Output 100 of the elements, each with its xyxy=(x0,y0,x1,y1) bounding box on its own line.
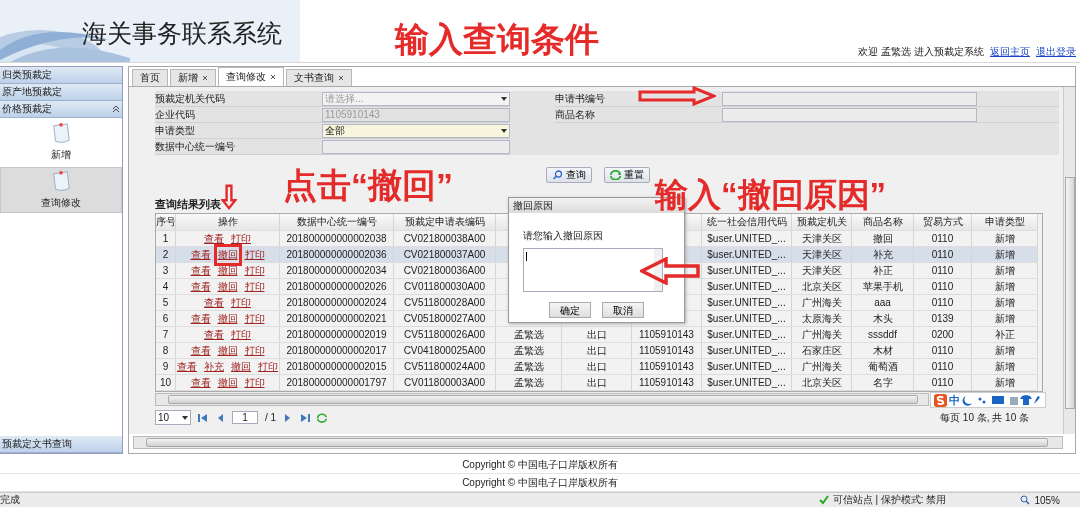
table-cell: CV021800037A00 xyxy=(403,249,486,260)
table-cell: 新增 xyxy=(994,359,1015,374)
action-link[interactable]: 查看 xyxy=(177,359,197,374)
action-link[interactable]: 打印 xyxy=(231,295,251,310)
security-zone-text: 可信站点 | 保护模式: 禁用 xyxy=(832,493,947,507)
table-cell: 6 xyxy=(162,313,169,324)
table-cell: 孟繁选 xyxy=(513,359,544,374)
action-link[interactable]: 打印 xyxy=(231,327,251,342)
action-link[interactable]: 打印 xyxy=(244,311,265,326)
table-cell: 2 xyxy=(162,249,169,260)
table-cell: 新增 xyxy=(994,263,1015,278)
table-cell: 木头 xyxy=(872,311,893,326)
table-cell: sssddf xyxy=(868,329,897,340)
tab[interactable]: 新增 xyxy=(170,69,216,86)
field-label: 申请书编号 xyxy=(555,91,722,107)
action-link[interactable]: 打印 xyxy=(231,231,251,246)
field-label: 企业代码 xyxy=(155,107,322,123)
site-title: 海关事务联系系统 xyxy=(82,18,282,49)
action-link[interactable]: 打印 xyxy=(244,263,265,278)
action-link[interactable]: 撤回 xyxy=(217,279,238,294)
ime-toolbar[interactable]: 中 xyxy=(930,392,1046,408)
dialog-button[interactable]: 确定 xyxy=(549,302,591,318)
reset-button[interactable]: 重置 xyxy=(604,167,650,183)
action-link[interactable]: 查看 xyxy=(204,231,224,246)
table-cell: 补充 xyxy=(872,247,893,262)
table-cell: 201800000000002038 xyxy=(286,233,387,244)
table-cell: 9 xyxy=(162,361,169,372)
sidebar-group[interactable]: 价格预裁定 xyxy=(0,101,122,118)
column-header: 操作 xyxy=(217,215,238,229)
action-link[interactable]: 查看 xyxy=(190,247,211,262)
dialog-button[interactable]: 取消 xyxy=(602,302,644,318)
tab[interactable]: 查询修改 xyxy=(218,67,284,86)
sidebar-item[interactable]: 新增 xyxy=(0,120,122,164)
table-cell: 撤回 xyxy=(872,231,893,246)
table-cell: 5 xyxy=(162,297,169,308)
action-link[interactable]: 打印 xyxy=(244,247,265,262)
table-row[interactable]: 8 查看 撤回 打印 201800000000002017 CV041800025A00 孟繁选 出口 1105910143 $user.UNITED_... 石家庄区 木材 0110 新增 xyxy=(156,343,1038,359)
tab[interactable]: 首页 xyxy=(132,69,168,86)
action-link[interactable]: 补充 xyxy=(204,359,224,374)
table-cell: $user.UNITED_... xyxy=(707,249,786,260)
action-link[interactable]: 撤回 xyxy=(231,359,251,374)
column-header: 序号 xyxy=(156,215,175,229)
table-cell: CV051800027A00 xyxy=(403,313,486,324)
action-link[interactable]: 查看 xyxy=(204,295,224,310)
table-cell: 201800000000002021 xyxy=(286,313,387,324)
table-cell: 201800000000002036 xyxy=(286,249,387,260)
sidebar-group[interactable]: 预裁定文书查询 xyxy=(0,436,122,453)
table-cell: 1105910143 xyxy=(639,377,694,388)
table-cell: 广州海关 xyxy=(801,327,842,342)
tab[interactable]: 文书查询 xyxy=(286,69,352,86)
table-cell: 天津关区 xyxy=(801,247,842,262)
action-link[interactable]: 撤回 xyxy=(217,263,238,278)
action-link[interactable]: 打印 xyxy=(244,343,265,358)
action-link[interactable]: 查看 xyxy=(190,343,211,358)
table-cell: 孟繁选 xyxy=(513,343,544,358)
action-link[interactable]: 查看 xyxy=(190,279,211,294)
table-cell: 新增 xyxy=(994,375,1015,390)
table-cell: 石家庄区 xyxy=(801,343,842,358)
table-cell: 201800000000002019 xyxy=(286,329,387,340)
action-link[interactable]: 撤回 xyxy=(217,343,238,358)
table-cell: 新增 xyxy=(994,279,1015,294)
sidebar-group[interactable]: 原产地预裁定 xyxy=(0,84,122,101)
table-cell: 201800000000002017 xyxy=(286,345,387,356)
page-input[interactable]: 1 xyxy=(232,411,258,424)
table-cell: 出口 xyxy=(586,327,607,342)
action-link[interactable]: 查看 xyxy=(190,263,211,278)
action-link[interactable]: 查看 xyxy=(190,311,211,326)
table-cell: 1105910143 xyxy=(639,361,694,372)
header-link[interactable]: 返回主页 xyxy=(990,45,1030,59)
page-size-select[interactable]: 10 xyxy=(155,410,191,425)
table-cell: 木材 xyxy=(872,343,893,358)
action-link[interactable]: 查看 xyxy=(204,327,224,342)
table-cell: 10 xyxy=(159,377,172,388)
action-link[interactable]: 撤回 xyxy=(217,311,238,326)
table-cell: 1105910143 xyxy=(639,329,694,340)
table-cell: CV041800025A00 xyxy=(403,345,486,356)
table-cell: 201800000000002034 xyxy=(286,265,387,276)
action-link[interactable]: 打印 xyxy=(244,279,265,294)
column-header: 贸易方式 xyxy=(922,215,963,229)
field-label: 商品名称 xyxy=(555,107,722,123)
annotation-text: 输入“撤回原因” xyxy=(655,178,886,211)
table-cell: 出口 xyxy=(586,375,607,390)
status-text: 完成 xyxy=(0,493,20,507)
action-link[interactable]: 打印 xyxy=(258,359,278,374)
zoom-level[interactable]: 105% xyxy=(1034,494,1060,506)
action-link[interactable]: 打印 xyxy=(244,375,265,390)
action-link[interactable]: 查看 xyxy=(190,375,211,390)
header-link[interactable]: 退出登录 xyxy=(1036,45,1076,59)
table-row[interactable]: 9 查看 补充 撤回 打印 201800000000002015 CV511800024A00 孟繁选 出口 1105910143 $user.UNITED_... 广州海关 葡萄酒 0110 新增 xyxy=(156,359,1038,375)
table-cell: 孟繁选 xyxy=(513,375,544,390)
sidebar-item[interactable]: 查询修改 xyxy=(0,167,122,213)
column-header: 申请类型 xyxy=(984,215,1025,229)
search-button[interactable]: 查询 xyxy=(546,167,592,183)
table-row[interactable]: 7 查看 打印 201800000000002019 CV511800026A00 孟繁选 出口 1105910143 $user.UNITED_... 广州海关 sssddf 0200 补正 xyxy=(156,327,1038,343)
action-link[interactable]: 撤回 xyxy=(217,375,238,390)
select-field[interactable]: 全部 xyxy=(322,123,510,138)
sidebar-group[interactable]: 归类预裁定 xyxy=(0,67,122,84)
table-cell: $user.UNITED_... xyxy=(707,297,786,308)
table-row[interactable]: 10 查看 撤回 打印 201800000000001797 CV011800003A00 孟繁选 出口 1105910143 $user.UNITED_... 北京关区 名字 0110 新增 xyxy=(156,375,1038,391)
annotation-text: 点击“撤回” xyxy=(283,168,453,202)
